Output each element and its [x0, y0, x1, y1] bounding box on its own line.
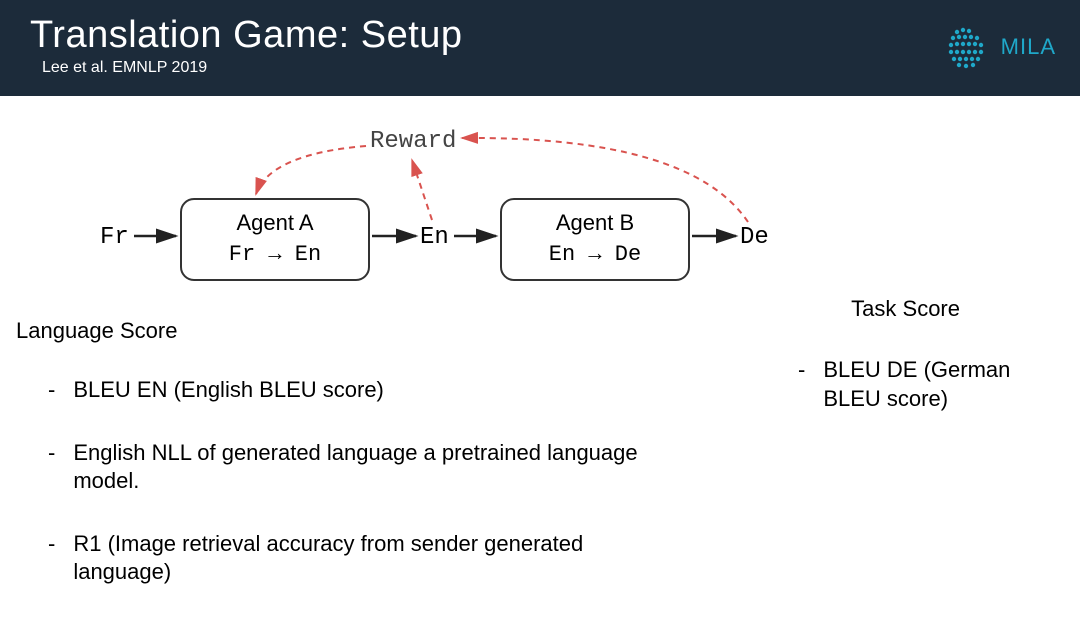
agent-a-sub: Fr → En — [206, 242, 344, 267]
bullet-dash: - — [48, 439, 55, 496]
slide-title: Translation Game: Setup — [30, 14, 1050, 57]
node-de: De — [740, 224, 769, 251]
bullet-text: BLEU EN (English BLEU score) — [73, 376, 384, 405]
bullet-dash: - — [48, 530, 55, 587]
agent-a-box: Agent A Fr → En — [180, 198, 370, 281]
diagram: Reward Fr En De Agent A Fr → En Agent B … — [90, 106, 870, 306]
mila-logo-icon — [941, 22, 991, 72]
node-en: En — [420, 224, 449, 251]
bullet-text: R1 (Image retrieval accuracy from sender… — [73, 530, 680, 587]
list-item: -BLEU EN (English BLEU score) — [40, 376, 680, 405]
list-item: -English NLL of generated language a pre… — [40, 439, 680, 496]
list-item: -R1 (Image retrieval accuracy from sende… — [40, 530, 680, 587]
logo-area: MILA — [941, 22, 1056, 72]
bullet-dash: - — [798, 356, 805, 413]
bullet-text: English NLL of generated language a pret… — [73, 439, 680, 496]
bullet-dash: - — [48, 376, 55, 405]
reward-label: Reward — [370, 128, 456, 155]
task-score-bullets: -BLEU DE (German BLEU score) — [790, 356, 1060, 433]
agent-b-title: Agent B — [526, 210, 664, 236]
language-score-bullets: -BLEU EN (English BLEU score) -English N… — [40, 376, 680, 621]
agent-b-sub: En → De — [526, 242, 664, 267]
slide-content: Reward Fr En De Agent A Fr → En Agent B … — [0, 96, 1080, 608]
agent-a-title: Agent A — [206, 210, 344, 236]
task-score-title: Task Score — [851, 296, 960, 322]
node-fr: Fr — [100, 224, 129, 251]
bullet-text: BLEU DE (German BLEU score) — [823, 356, 1060, 413]
list-item: -BLEU DE (German BLEU score) — [790, 356, 1060, 413]
logo-text: MILA — [1001, 34, 1056, 60]
language-score-title: Language Score — [16, 318, 177, 344]
slide-subtitle: Lee et al. EMNLP 2019 — [42, 59, 1050, 77]
agent-b-box: Agent B En → De — [500, 198, 690, 281]
slide-header: Translation Game: Setup Lee et al. EMNLP… — [0, 0, 1080, 96]
